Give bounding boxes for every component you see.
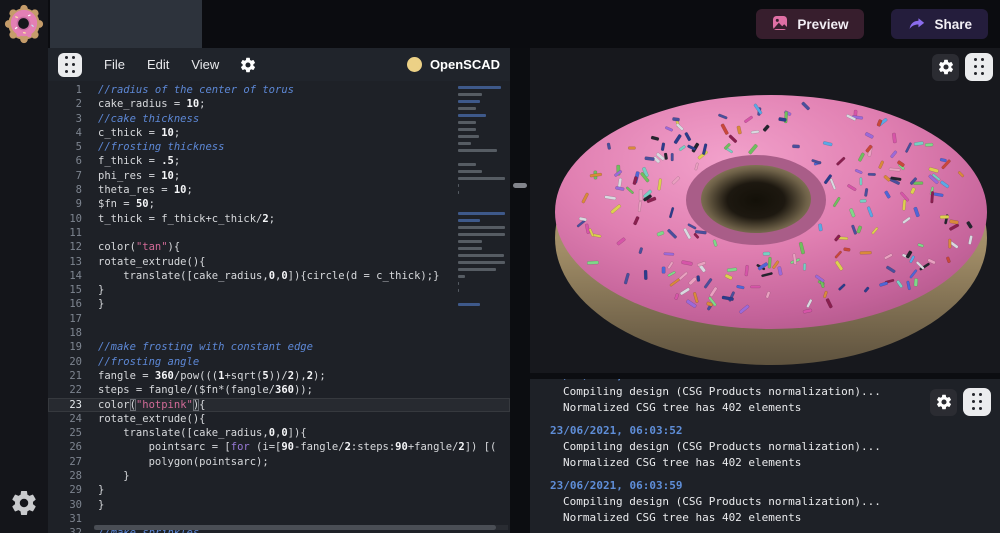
top-bar: Preview Share bbox=[48, 0, 1000, 48]
image-icon bbox=[772, 15, 788, 34]
code-line: 22steps = fangle/($fn*(fangle/360)); bbox=[48, 383, 510, 397]
share-button-label: Share bbox=[934, 17, 972, 32]
share-button[interactable]: Share bbox=[891, 9, 988, 39]
code-line: 15} bbox=[48, 283, 510, 297]
console-entry: 23/06/2021, 06:03:52Compiling design (CS… bbox=[550, 423, 1000, 471]
render-viewport[interactable] bbox=[530, 48, 1000, 373]
editor-menu-bar: File Edit View OpenSCAD bbox=[48, 48, 510, 81]
menu-view[interactable]: View bbox=[191, 57, 219, 72]
code-line: 25 translate([cake_radius,0,0]){ bbox=[48, 426, 510, 440]
language-indicator: OpenSCAD bbox=[407, 57, 500, 72]
code-line: 30} bbox=[48, 498, 510, 512]
code-area[interactable]: 1//radius of the center of torus2cake_ra… bbox=[48, 81, 510, 533]
code-line: 17 bbox=[48, 312, 510, 326]
code-line: 27 polygon(pointsarc); bbox=[48, 455, 510, 469]
minimap[interactable] bbox=[458, 86, 505, 310]
left-rail bbox=[0, 0, 48, 533]
donut-gear-logo[interactable] bbox=[3, 3, 45, 45]
code-line: 3//cake thickness bbox=[48, 112, 510, 126]
divider-grip[interactable] bbox=[513, 183, 527, 188]
code-line: 13rotate_extrude(){ bbox=[48, 255, 510, 269]
code-line: 1//radius of the center of torus bbox=[48, 83, 510, 97]
code-line: 5//frosting thickness bbox=[48, 140, 510, 154]
settings-gear-icon[interactable] bbox=[9, 488, 39, 518]
code-line: 11 bbox=[48, 226, 510, 240]
app-window: Preview Share bbox=[0, 0, 1000, 533]
console-panel[interactable]: 23/06/2021, 06:03:45Compiling design (CS… bbox=[530, 379, 1000, 533]
file-tab[interactable] bbox=[50, 0, 202, 48]
code-line: 14 translate([cake_radius,0,0]){circle(d… bbox=[48, 269, 510, 283]
code-line: 26 pointsarc = [for (i=[90-fangle/2:step… bbox=[48, 440, 510, 454]
code-line: 23color("hotpink"){ bbox=[48, 398, 510, 412]
code-line: 16} bbox=[48, 297, 510, 311]
console-drag-handle-icon[interactable] bbox=[963, 388, 991, 416]
code-line: 10t_thick = f_thick+c_thick/2; bbox=[48, 212, 510, 226]
code-line: 6f_thick = .5; bbox=[48, 154, 510, 168]
code-line: 12color("tan"){ bbox=[48, 240, 510, 254]
code-line: 28 } bbox=[48, 469, 510, 483]
code-lines: 1//radius of the center of torus2cake_ra… bbox=[48, 83, 510, 533]
code-editor-panel: File Edit View OpenSCAD 1//radius of the… bbox=[48, 48, 510, 533]
code-line: 9$fn = 50; bbox=[48, 197, 510, 211]
share-arrow-icon bbox=[907, 15, 925, 34]
horizontal-scrollbar[interactable] bbox=[94, 525, 508, 530]
language-status-dot bbox=[407, 57, 422, 72]
code-line: 19//make frosting with constant edge bbox=[48, 340, 510, 354]
code-line: 20//frosting angle bbox=[48, 355, 510, 369]
code-line: 7phi_res = 10; bbox=[48, 169, 510, 183]
console-entry: 23/06/2021, 06:03:59Compiling design (CS… bbox=[550, 478, 1000, 526]
code-line: 4c_thick = 10; bbox=[48, 126, 510, 140]
code-line: 24rotate_extrude(){ bbox=[48, 412, 510, 426]
code-line: 8theta_res = 10; bbox=[48, 183, 510, 197]
code-line: 29} bbox=[48, 483, 510, 497]
editor-settings-gear-icon[interactable] bbox=[239, 56, 257, 74]
code-line: 2cake_radius = 10; bbox=[48, 97, 510, 111]
viewer-drag-handle-icon[interactable] bbox=[965, 53, 993, 81]
console-settings-gear-icon[interactable] bbox=[930, 389, 957, 416]
preview-button-label: Preview bbox=[797, 17, 848, 32]
code-line: 18 bbox=[48, 326, 510, 340]
editor-drag-handle-icon[interactable] bbox=[58, 53, 82, 77]
panel-divider bbox=[510, 48, 530, 533]
language-label: OpenSCAD bbox=[430, 57, 500, 72]
menu-file[interactable]: File bbox=[104, 57, 125, 72]
code-line: 21fangle = 360/pow(((1+sqrt(5))/2),2); bbox=[48, 369, 510, 383]
menu-edit[interactable]: Edit bbox=[147, 57, 169, 72]
donut-render bbox=[530, 48, 1000, 373]
viewer-settings-gear-icon[interactable] bbox=[932, 54, 959, 81]
preview-button[interactable]: Preview bbox=[756, 9, 864, 39]
